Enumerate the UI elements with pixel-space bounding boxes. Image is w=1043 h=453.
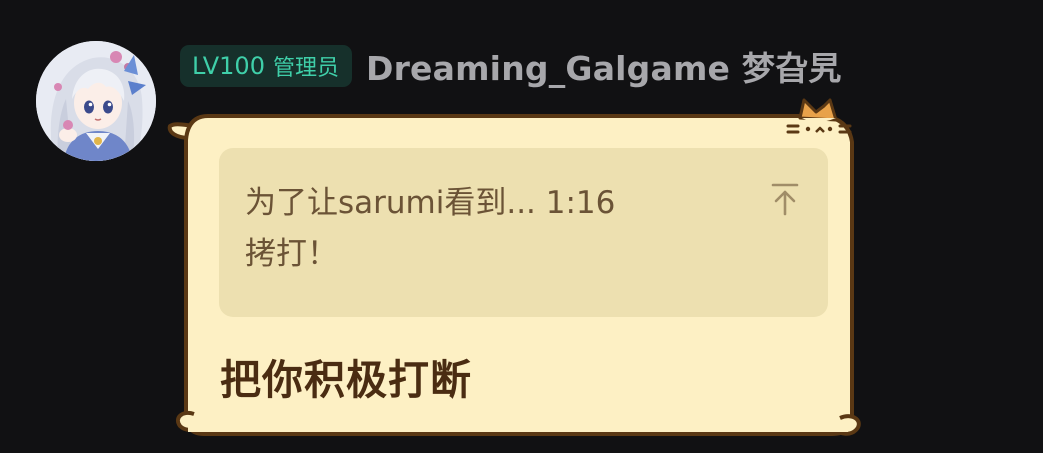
level-badge: LV100 管理员 bbox=[180, 45, 352, 87]
anime-girl-avatar-icon bbox=[36, 41, 156, 161]
role-label: 管理员 bbox=[272, 56, 339, 81]
quoted-line-2: 拷打！ bbox=[245, 236, 338, 272]
jump-to-top-icon[interactable] bbox=[768, 180, 802, 218]
message-bubble[interactable]: 为了让sarumi看到... 1:16 拷打！ 把你积极打断 bbox=[164, 96, 874, 448]
message-text: 把你积极打断 bbox=[220, 356, 472, 404]
quoted-message[interactable]: 为了让sarumi看到... 1:16 拷打！ bbox=[219, 148, 828, 317]
username[interactable]: Dreaming_Galgame 梦旮旯 bbox=[366, 42, 841, 90]
user-avatar[interactable] bbox=[36, 41, 156, 161]
chat-message-stage: LV100 管理员 Dreaming_Galgame 梦旮旯 为了让sarumi… bbox=[0, 0, 1043, 453]
quoted-text: 为了让sarumi看到... 1:16 拷打！ bbox=[245, 178, 765, 280]
bubble-content: 为了让sarumi看到... 1:16 拷打！ 把你积极打断 bbox=[190, 120, 844, 432]
message-header: LV100 管理员 Dreaming_Galgame 梦旮旯 bbox=[180, 44, 841, 88]
quoted-line-1: 为了让sarumi看到... 1:16 bbox=[245, 185, 616, 221]
level-label: LV100 bbox=[192, 52, 265, 80]
